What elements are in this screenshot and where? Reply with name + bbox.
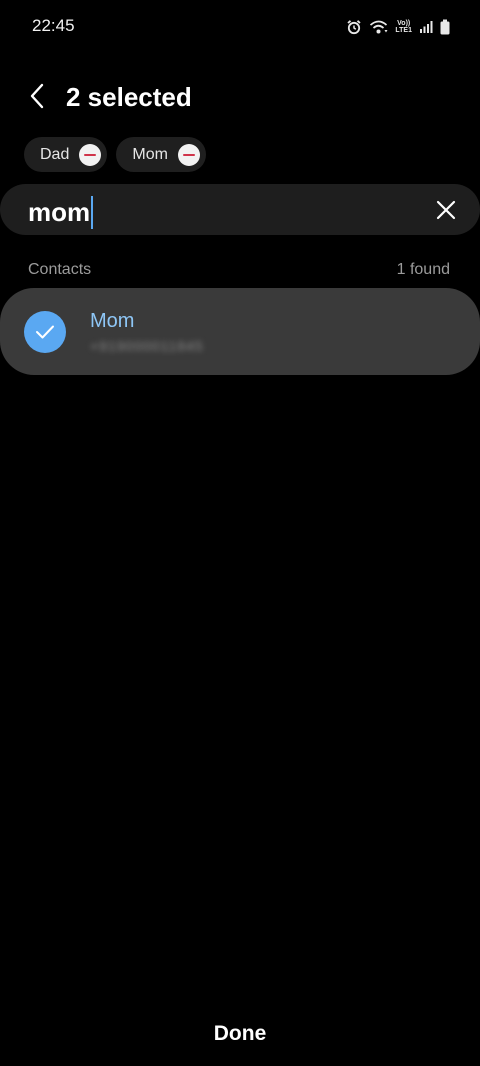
done-button[interactable]: Done xyxy=(0,1010,480,1058)
search-input[interactable]: mom xyxy=(28,196,94,229)
battery-icon xyxy=(440,19,450,35)
remove-icon[interactable] xyxy=(177,143,200,166)
section-label-contacts: Contacts xyxy=(28,261,92,278)
selected-chips: Dad Mom xyxy=(24,137,206,172)
chip-label: Dad xyxy=(40,145,70,163)
status-bar: 22:45 Vo)) LTE1 xyxy=(0,0,480,52)
chip-label: Mom xyxy=(132,145,168,163)
remove-icon[interactable] xyxy=(79,143,102,166)
status-icons: Vo)) LTE1 xyxy=(346,16,450,38)
back-button[interactable] xyxy=(22,80,52,112)
check-icon[interactable] xyxy=(24,311,66,353)
found-count: 1 found xyxy=(396,261,450,278)
page-title: 2 selected xyxy=(66,82,192,112)
search-bar[interactable]: mom xyxy=(0,184,480,235)
app-header: 2 selected xyxy=(0,70,480,122)
chevron-left-icon xyxy=(30,83,44,109)
close-icon xyxy=(436,200,456,220)
chip-mom[interactable]: Mom xyxy=(116,137,206,172)
contact-row[interactable]: Mom +919000011845 xyxy=(0,288,480,375)
volte-line1: Vo)) xyxy=(397,20,411,27)
text-cursor xyxy=(91,196,94,229)
alarm-icon xyxy=(346,19,362,35)
signal-icon xyxy=(419,20,433,34)
volte-line2: LTE1 xyxy=(395,27,412,34)
volte-icon: Vo)) LTE1 xyxy=(395,20,412,34)
clear-search-button[interactable] xyxy=(432,196,460,224)
contact-number: +919000011845 xyxy=(90,338,204,354)
search-value: mom xyxy=(28,197,91,227)
chip-dad[interactable]: Dad xyxy=(24,137,108,172)
wifi-icon xyxy=(369,19,388,35)
contact-name: Mom xyxy=(90,310,135,332)
status-time: 22:45 xyxy=(32,16,75,35)
contact-picker-screen: 22:45 Vo)) LTE1 2 selected Dad Mom mom C… xyxy=(0,0,480,1066)
